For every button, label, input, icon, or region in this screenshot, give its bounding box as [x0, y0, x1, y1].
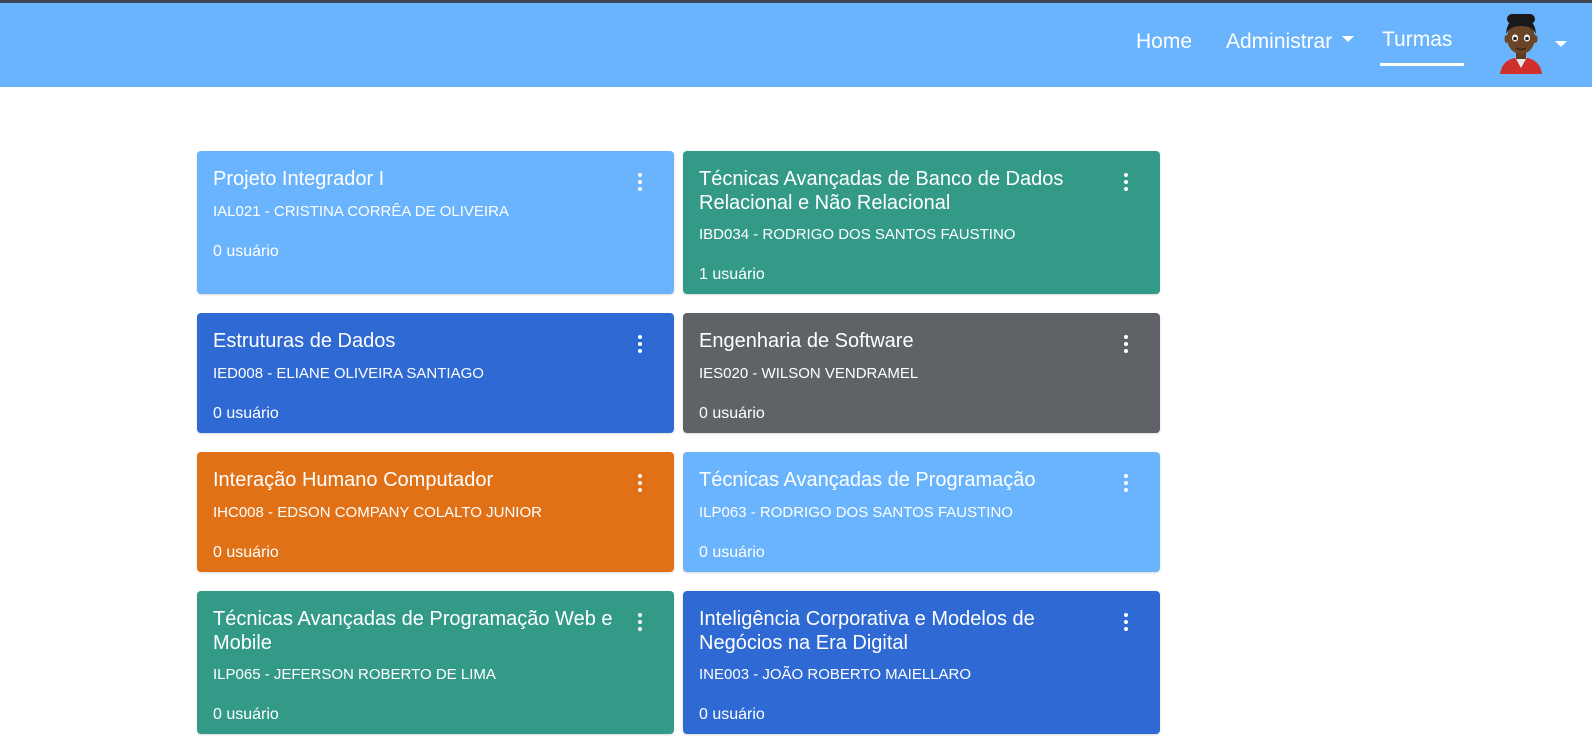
- class-title[interactable]: Inteligência Corporativa e Modelos de Ne…: [699, 607, 1119, 655]
- class-card[interactable]: Técnicas Avançadas de Programação Web e …: [197, 591, 674, 734]
- class-card[interactable]: Técnicas Avançadas de Programação ILP063 …: [683, 452, 1160, 572]
- more-options-icon[interactable]: [1120, 613, 1132, 633]
- class-card[interactable]: Técnicas Avançadas de Banco de Dados Rel…: [683, 151, 1160, 294]
- class-code-teacher: ILP065 - JEFERSON ROBERTO DE LIMA: [213, 666, 496, 683]
- more-options-icon[interactable]: [634, 173, 646, 193]
- class-code-teacher: IBD034 - RODRIGO DOS SANTOS FAUSTINO: [699, 226, 1016, 243]
- class-title[interactable]: Estruturas de Dados: [213, 329, 633, 353]
- class-card[interactable]: Engenharia de Software IES020 - WILSON VE…: [683, 313, 1160, 433]
- user-count: 0 usuário: [213, 544, 279, 561]
- chevron-down-icon: [1342, 36, 1355, 43]
- class-code-teacher: IES020 - WILSON VENDRAMEL: [699, 365, 919, 382]
- nav-turmas-link[interactable]: Turmas: [1382, 27, 1452, 53]
- class-title[interactable]: Técnicas Avançadas de Banco de Dados Rel…: [699, 167, 1119, 215]
- user-count: 0 usuário: [213, 706, 279, 723]
- class-card[interactable]: Projeto Integrador I IAL021 - CRISTINA CO…: [197, 151, 674, 294]
- more-options-icon[interactable]: [634, 335, 646, 355]
- class-title[interactable]: Técnicas Avançadas de Programação Web e …: [213, 607, 633, 655]
- class-code-teacher: IED008 - ELIANE OLIVEIRA SANTIAGO: [213, 365, 484, 382]
- more-options-icon[interactable]: [1120, 474, 1132, 494]
- class-card[interactable]: Interação Humano Computador IHC008 - EDSO…: [197, 452, 674, 572]
- more-options-icon[interactable]: [634, 474, 646, 494]
- user-count: 0 usuário: [699, 706, 765, 723]
- class-title[interactable]: Técnicas Avançadas de Programação: [699, 468, 1119, 492]
- user-menu-caret-icon[interactable]: [1555, 41, 1567, 47]
- class-code-teacher: INE003 - JOÃO ROBERTO MAIELLARO: [699, 666, 972, 683]
- class-code-teacher: IHC008 - EDSON COMPANY COLALTO JUNIOR: [213, 504, 542, 521]
- navbar: Home Administrar Turmas: [0, 3, 1592, 87]
- class-title[interactable]: Projeto Integrador I: [213, 167, 633, 191]
- avatar[interactable]: [1496, 12, 1546, 74]
- user-count: 1 usuário: [699, 266, 765, 283]
- nav-home-link[interactable]: Home: [1136, 29, 1192, 55]
- active-tab-indicator: [1380, 63, 1464, 66]
- class-title[interactable]: Interação Humano Computador: [213, 468, 633, 492]
- user-count: 0 usuário: [213, 405, 279, 422]
- nav-admin-dropdown[interactable]: Administrar: [1226, 29, 1355, 55]
- class-card[interactable]: Estruturas de Dados IED008 - ELIANE OLIVE…: [197, 313, 674, 433]
- more-options-icon[interactable]: [1120, 335, 1132, 355]
- more-options-icon[interactable]: [634, 613, 646, 633]
- class-code-teacher: ILP063 - RODRIGO DOS SANTOS FAUSTINO: [699, 504, 1013, 521]
- nav-admin-label: Administrar: [1226, 30, 1333, 53]
- user-count: 0 usuário: [213, 243, 279, 260]
- class-card[interactable]: Inteligência Corporativa e Modelos de Ne…: [683, 591, 1160, 734]
- more-options-icon[interactable]: [1120, 173, 1132, 193]
- class-code-teacher: IAL021 - CRISTINA CORRÊA DE OLIVEIRA: [213, 203, 509, 220]
- class-title[interactable]: Engenharia de Software: [699, 329, 1119, 353]
- user-count: 0 usuário: [699, 405, 765, 422]
- user-count: 0 usuário: [699, 544, 765, 561]
